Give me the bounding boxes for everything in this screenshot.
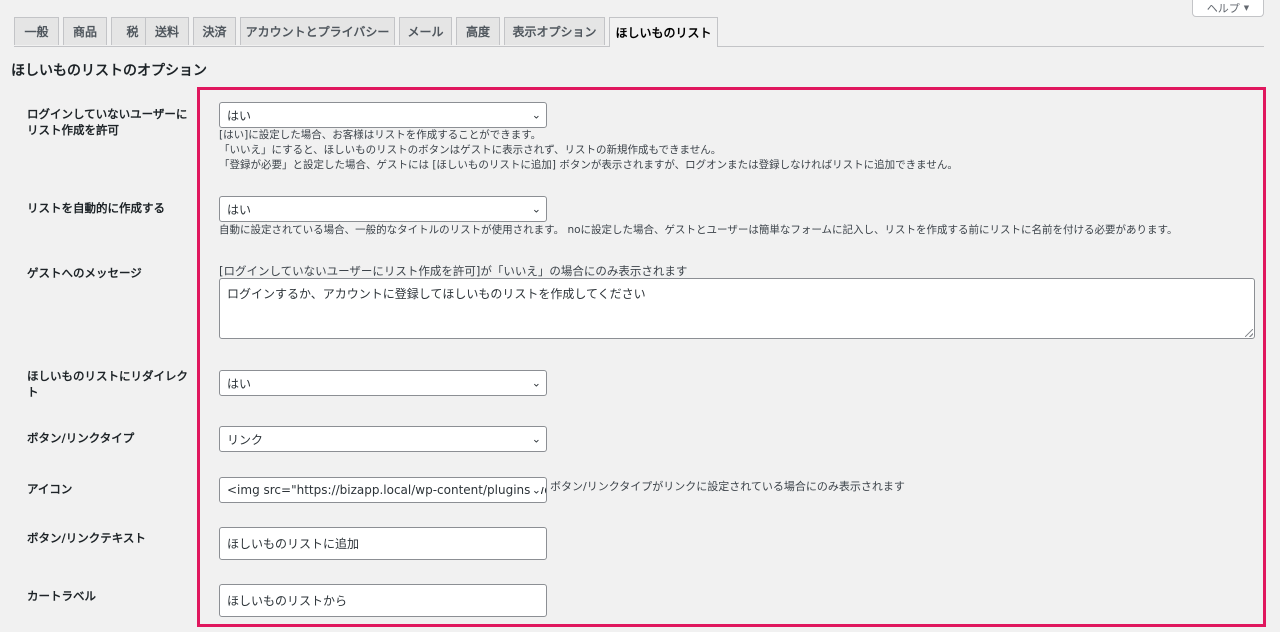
select-value: はい: [227, 108, 252, 123]
select-value: リンク: [227, 432, 264, 447]
resize-grip-icon[interactable]: [1245, 329, 1253, 337]
textarea-value: ログインするか、アカウントに登録してほしいものリストを作成してください: [227, 287, 646, 301]
chevron-down-icon: ⌄: [529, 108, 541, 122]
tab-shipping[interactable]: 送料: [145, 17, 189, 45]
desc-allow-guest-1: [はい]に設定した場合、お客様はリストを作成することができます。: [219, 129, 542, 141]
help-tab-button[interactable]: ヘルプ ▼: [1192, 0, 1264, 17]
chevron-down-icon: ⌄: [529, 483, 541, 497]
tab-email[interactable]: メール: [399, 17, 452, 45]
label-button-text: ボタン/リンクテキスト: [27, 531, 146, 545]
textarea-guest-message[interactable]: ログインするか、アカウントに登録してほしいものリストを作成してください: [219, 278, 1255, 339]
select-redirect[interactable]: はい ⌄: [219, 370, 547, 396]
page-title: ほしいものリストのオプション: [11, 63, 207, 79]
label-auto-create: リストを自動的に作成する: [27, 201, 165, 215]
tab-products[interactable]: 商品: [63, 17, 107, 45]
desc-allow-guest-3: 「登録が必要」と設定した場合、ゲストには [ほしいものリストに追加] ボタンが表…: [219, 159, 958, 171]
help-label: ヘルプ: [1206, 1, 1240, 15]
input-cart-label[interactable]: ほしいものリストから: [219, 584, 547, 617]
input-value: ほしいものリストに追加: [227, 537, 360, 551]
label-redirect: ほしいものリストにリダイレクト: [27, 369, 188, 399]
tab-accounts-privacy[interactable]: アカウントとプライバシー: [240, 17, 395, 45]
tab-advanced[interactable]: 高度: [456, 17, 500, 45]
tab-general[interactable]: 一般: [14, 17, 59, 45]
tab-display-options[interactable]: 表示オプション: [504, 17, 605, 45]
input-value: ほしいものリストから: [227, 594, 348, 608]
note-icon: ボタン/リンクタイプがリンクに設定されている場合にのみ表示されます: [550, 480, 905, 493]
label-button-type: ボタン/リンクタイプ: [27, 431, 135, 445]
chevron-down-icon: ⌄: [529, 432, 541, 446]
select-value: はい: [227, 376, 252, 391]
select-value: はい: [227, 202, 252, 217]
select-allow-guest[interactable]: はい ⌄: [219, 102, 547, 128]
settings-tabs: 一般 商品 税 送料 決済 アカウントとプライバシー メール 高度 表示オプショ…: [14, 17, 1264, 47]
desc-auto-create: 自動に設定されている場合、一般的なタイトルのリストが使用されます。 noに設定し…: [219, 224, 1178, 236]
select-auto-create[interactable]: はい ⌄: [219, 196, 547, 222]
note-guest-message: [ログインしていないユーザーにリスト作成を許可]が「いいえ」の場合にのみ表示され…: [219, 264, 688, 278]
desc-allow-guest-2: 「いいえ」にすると、ほしいものリストのボタンはゲストに表示されず、リストの新規作…: [219, 144, 722, 156]
label-cart-label: カートラベル: [27, 589, 96, 603]
tab-payments[interactable]: 決済: [193, 17, 236, 45]
select-value: <img src="https://bizapp.local/wp-conten…: [227, 483, 546, 497]
tab-wishlist[interactable]: ほしいものリスト: [609, 17, 718, 47]
select-icon[interactable]: <img src="https://bizapp.local/wp-conten…: [219, 477, 547, 503]
label-icon: アイコン: [27, 482, 73, 496]
input-button-text[interactable]: ほしいものリストに追加: [219, 527, 547, 560]
label-guest-message: ゲストへのメッセージ: [27, 266, 142, 280]
caret-down-icon: ▼: [1243, 3, 1250, 12]
chevron-down-icon: ⌄: [529, 202, 541, 216]
select-button-type[interactable]: リンク ⌄: [219, 426, 547, 452]
label-allow-guest: ログインしていないユーザーにリスト作成を許可: [27, 107, 188, 137]
chevron-down-icon: ⌄: [529, 376, 541, 390]
